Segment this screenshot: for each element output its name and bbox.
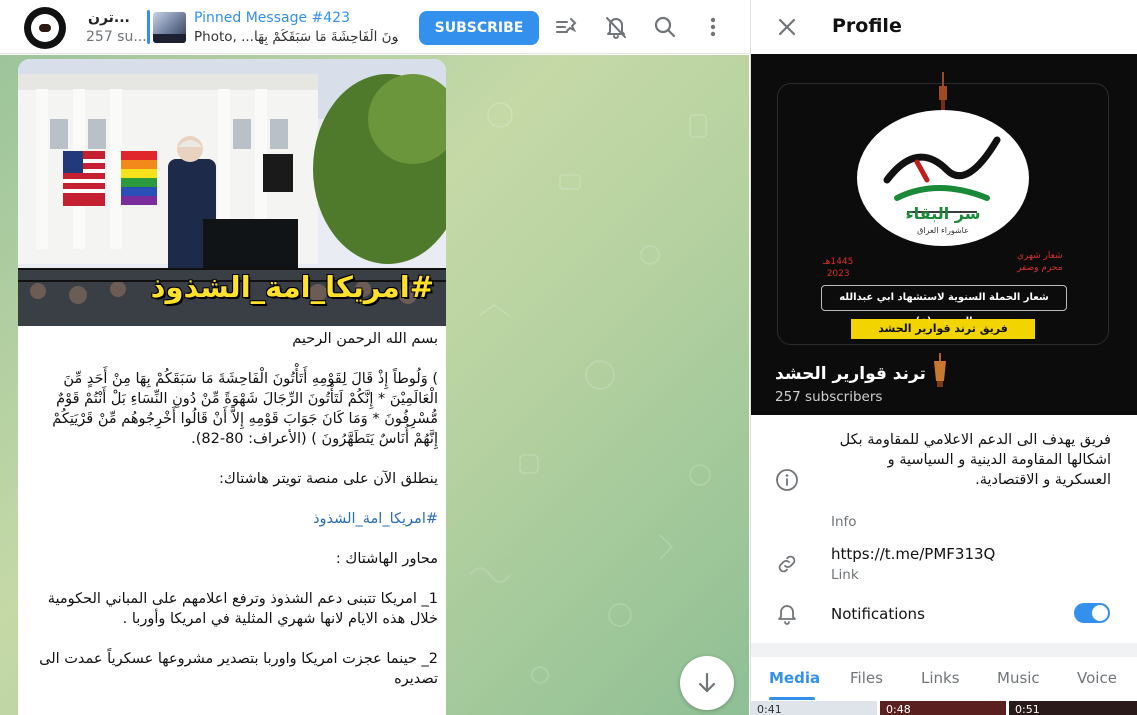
channel-title[interactable]: ترن... [88,10,130,26]
banner-team-label: فريق ترند قوارير الحشد [851,319,1035,339]
notifications-label: Notifications [831,605,925,623]
close-icon[interactable] [777,17,797,37]
info-icon [776,469,798,491]
bell-icon [778,605,796,625]
profile-subscribers: 257 subscribers [775,389,883,405]
message-bubble: #امريكا_امة_الشذوذ بسم الله الرحمن الرحي… [18,59,446,715]
profile-banner[interactable]: سر البقاء عاشوراء العراق 1445هـ 2023 شعا… [751,54,1137,415]
section-separator [751,643,1137,657]
pinned-thumbnail[interactable] [153,12,186,43]
logo-subtitle: سر البقاء [905,204,981,223]
info-description: فريق يهدف الى الدعم الاعلامي للمقاومة بك… [839,432,1111,488]
message-line: بسم الله الرحمن الرحيم [292,331,438,347]
media-grid: 0:41 0:48 0:51 [751,701,1137,715]
message-text: بسم الله الرحمن الرحيم ) وَلُوطاً إِذْ ق… [18,329,446,689]
tab-media[interactable]: Media [769,669,820,687]
arrow-down-icon [698,672,716,693]
banner-months: شعار شهري محرم وصفر [1017,250,1063,274]
media-duration: 0:48 [886,703,911,715]
link-label: Link [831,567,859,583]
pinned-indicator [147,10,150,44]
media-duration: 0:41 [757,703,782,715]
banner-year-greg: 2023 [826,269,850,279]
active-tab-indicator [769,697,815,700]
photo-hashtag-overlay: #امريكا_امة_الشذوذ [150,270,434,304]
tab-music[interactable]: Music [997,669,1040,687]
subscribe-button[interactable]: SUBSCRIBE [419,11,539,45]
profile-name: ترند قوارير الحشد [775,364,926,384]
telegram-web-app: ترن... 257 su... Pinned Message #423 Pho… [0,0,1137,715]
banner-year: 1445هـ 2023 [823,256,853,280]
message-line: ينطلق الآن على منصة تويتر هاشتاك: [218,471,438,487]
banner-campaign-strip: شعار الحملة السنوية لاستشهاد ابي عبدالله… [821,285,1067,327]
message-hashtag-link[interactable]: #امريكا_امة_الشذوذ [24,509,438,529]
banner-year-hijri: 1445هـ [823,257,854,267]
mute-bell-icon[interactable] [603,14,629,40]
search-icon[interactable] [652,14,678,40]
message-line: محاور الهاشتاك : [335,551,438,567]
toggle-knob [1092,605,1108,621]
link-value[interactable]: https://t.me/PMF313Q [831,545,995,563]
message-line: ) وَلُوطاً إِذْ قَالَ لِقَوْمِهِ أَتَأْت… [52,371,438,447]
tab-files[interactable]: Files [850,669,883,687]
message-line: 2_ حينما عجزت امريكا واوربا بتصدير مشروع… [39,651,438,687]
logo-small-text: عاشوراء العراق [917,226,969,235]
link-icon [778,555,796,573]
info-label: Info [831,514,857,530]
banner-logo: سر البقاء عاشوراء العراق [857,110,1029,246]
tab-voice[interactable]: Voice [1077,669,1117,687]
channel-avatar[interactable] [24,7,66,49]
profile-title: Profile [832,15,902,37]
media-duration: 0:51 [1015,703,1040,715]
hanging-lantern-icon [939,72,947,110]
pinned-title[interactable]: Pinned Message #423 [194,10,350,26]
profile-panel: Profile سر البقاء عاشوراء العراق 1445هـ … [750,0,1137,715]
chat-area: #امريكا_امة_الشذوذ بسم الله الرحمن الرحي… [0,55,749,715]
pinned-text[interactable]: Photo, ...تُونَ الْفَاحِشَةَ مَا سَبَقَك… [194,29,398,45]
media-thumbnail[interactable]: 0:41 [751,701,877,715]
message-line: 1_ امريكا تتبنى دعم الشذوذ وترفع اعلامهم… [47,591,438,627]
media-thumbnail[interactable]: 0:51 [1009,701,1137,715]
banner-months-line2: محرم وصفر [1017,263,1063,273]
filter-icon[interactable] [554,14,580,40]
chat-header: ترن... 257 su... Pinned Message #423 Pho… [0,0,749,54]
lantern-icon [934,353,946,387]
tab-links[interactable]: Links [921,669,960,687]
scroll-down-button[interactable] [680,656,734,710]
notifications-toggle[interactable] [1074,603,1110,623]
profile-header: Profile [751,0,1137,54]
more-vertical-icon[interactable] [700,14,726,40]
media-tabs: Media Files Links Music Voice [751,657,1137,701]
channel-subscribers: 257 su... [86,29,147,45]
banner-months-line1: شعار شهري [1017,251,1063,261]
media-thumbnail[interactable]: 0:48 [880,701,1006,715]
